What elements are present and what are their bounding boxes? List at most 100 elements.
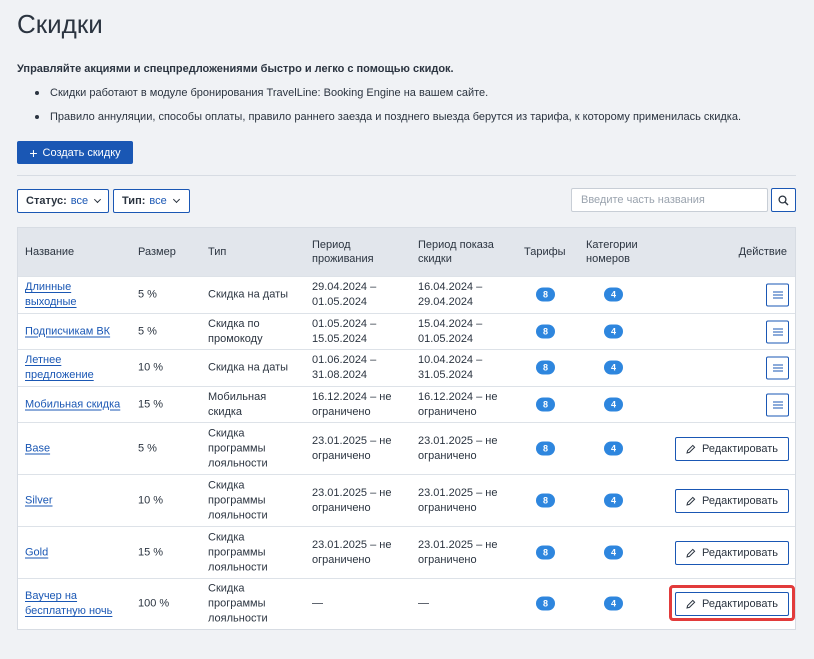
row-action: [766, 320, 789, 343]
pencil-icon: [686, 548, 696, 558]
discount-name-link[interactable]: Base: [25, 441, 50, 456]
header-room-categories: Категории номеров: [586, 239, 638, 265]
table-row: Длинные выходные 5 % Скидка на даты 29.04.20…: [18, 276, 795, 313]
categories-badge: 4: [604, 493, 623, 507]
status-filter-value: все: [70, 195, 89, 207]
header-rates: Тарифы: [524, 246, 566, 258]
stay-period: 23.01.2025 – не ограничено: [312, 434, 392, 462]
discount-type: Скидка программы лояльности: [208, 479, 268, 521]
menu-icon: [772, 364, 783, 366]
edit-button[interactable]: Редактировать: [675, 540, 789, 565]
create-discount-button[interactable]: + Создать скидку: [17, 141, 133, 164]
edit-button[interactable]: Редактировать: [675, 488, 789, 513]
row-menu-button[interactable]: [766, 393, 789, 416]
categories-count[interactable]: 4: [604, 596, 623, 612]
categories-count[interactable]: 4: [604, 360, 623, 376]
discount-name-link[interactable]: Длинные выходные: [25, 280, 77, 310]
discount-name-link[interactable]: Gold: [25, 545, 48, 560]
show-period: 23.01.2025 – не ограничено: [418, 434, 498, 462]
rates-badge: 8: [536, 596, 555, 611]
rates-count[interactable]: 8: [536, 441, 555, 456]
categories-badge: 4: [604, 324, 623, 338]
categories-count[interactable]: 4: [604, 441, 623, 456]
stay-period: 23.01.2025 – не ограничено: [312, 486, 392, 514]
info-bullets: Скидки работают в модуле бронирования Tr…: [34, 87, 741, 135]
table-row: Silver 10 % Скидка программы лояльности 23.01…: [18, 474, 795, 526]
row-menu-button[interactable]: [766, 283, 789, 307]
rates-count[interactable]: 8: [536, 360, 555, 376]
search-button[interactable]: [771, 188, 796, 212]
discount-size: 5 %: [138, 442, 157, 454]
table-row: Подписчикам ВК 5 % Скидка по промокоду 01.05…: [18, 313, 795, 349]
row-action: [766, 283, 789, 307]
discount-size: 100 %: [138, 597, 170, 610]
show-period: —: [418, 597, 429, 610]
discount-name: Мобильная скидка: [25, 397, 120, 412]
discount-name-link[interactable]: Мобильная скидка: [25, 397, 120, 412]
header-show-period: Период показа скидки: [418, 239, 494, 265]
rates-count[interactable]: 8: [536, 596, 555, 612]
categories-badge: 4: [604, 545, 623, 559]
stay-period: 16.12.2024 – не ограничено: [312, 390, 392, 418]
table-row: Мобильная скидка 15 % Мобильная скидка 16.12…: [18, 386, 795, 422]
edit-button[interactable]: Редактировать: [675, 592, 789, 616]
categories-badge: 4: [604, 397, 623, 411]
info-bullet: Скидки работают в модуле бронирования Tr…: [34, 87, 741, 111]
categories-count[interactable]: 4: [604, 397, 623, 412]
table-header: Название Размер Тип Период проживания Пер…: [18, 228, 795, 276]
table-row: Gold 15 % Скидка программы лояльности 23.01.2…: [18, 526, 795, 578]
pencil-icon: [686, 599, 696, 609]
rates-count[interactable]: 8: [536, 545, 555, 560]
discount-type: Мобильная скидка: [208, 390, 267, 418]
categories-count[interactable]: 4: [604, 287, 623, 303]
discount-name-link[interactable]: Подписчикам ВК: [25, 324, 110, 339]
discount-name: Летнее предложение: [25, 353, 94, 383]
rates-count[interactable]: 8: [536, 324, 555, 339]
discount-size: 5 %: [138, 288, 157, 301]
categories-badge: 4: [604, 360, 623, 375]
create-discount-label: Создать скидку: [42, 146, 121, 159]
categories-count[interactable]: 4: [604, 545, 623, 560]
categories-count[interactable]: 4: [604, 493, 623, 508]
show-period: 16.12.2024 – не ограничено: [418, 390, 498, 418]
table-row: Ваучер на бесплатную ночь 100 % Скидка прогр…: [18, 578, 795, 629]
row-action: Редактировать: [675, 592, 789, 616]
stay-period: 01.06.2024 –31.08.2024: [312, 354, 377, 381]
edit-button[interactable]: Редактировать: [675, 436, 789, 461]
intro-text: Управляйте акциями и спецпредложениями б…: [17, 63, 454, 75]
categories-badge: 4: [604, 441, 623, 455]
header-type: Тип: [208, 246, 227, 258]
search-input[interactable]: [571, 188, 768, 212]
rates-count[interactable]: 8: [536, 493, 555, 508]
row-menu-button[interactable]: [766, 320, 789, 343]
discount-size: 10 %: [138, 361, 164, 374]
pencil-icon: [686, 496, 696, 506]
discount-name-link[interactable]: Летнее предложение: [25, 353, 94, 383]
categories-count[interactable]: 4: [604, 324, 623, 339]
rates-badge: 8: [536, 493, 555, 507]
rates-count[interactable]: 8: [536, 397, 555, 412]
header-stay-period: Период проживания: [312, 239, 374, 265]
show-period: 10.04.2024 –31.05.2024: [418, 354, 483, 381]
rates-count[interactable]: 8: [536, 287, 555, 303]
discount-name-link[interactable]: Ваучер на бесплатную ночь: [25, 589, 112, 619]
discount-name: Ваучер на бесплатную ночь: [25, 589, 112, 619]
discount-name: Silver: [25, 493, 53, 508]
type-filter-label: Тип:: [122, 195, 146, 207]
row-action: [766, 393, 789, 416]
rates-badge: 8: [536, 545, 555, 559]
row-action: Редактировать: [675, 488, 789, 513]
table-row: Летнее предложение 10 % Скидка на даты 01.06…: [18, 349, 795, 386]
header-action: Действие: [738, 246, 787, 258]
discount-name-link[interactable]: Silver: [25, 493, 53, 508]
rates-badge: 8: [536, 287, 555, 302]
edit-button-label: Редактировать: [702, 546, 778, 559]
show-period: 15.04.2024 –01.05.2024: [418, 317, 483, 345]
row-action: Редактировать: [675, 540, 789, 565]
chevron-down-icon: [172, 195, 180, 204]
row-menu-button[interactable]: [766, 356, 789, 380]
menu-icon: [772, 291, 783, 293]
type-filter-dropdown[interactable]: Тип: все: [113, 189, 190, 213]
rates-badge: 8: [536, 324, 555, 338]
status-filter-dropdown[interactable]: Статус: все: [17, 189, 109, 213]
